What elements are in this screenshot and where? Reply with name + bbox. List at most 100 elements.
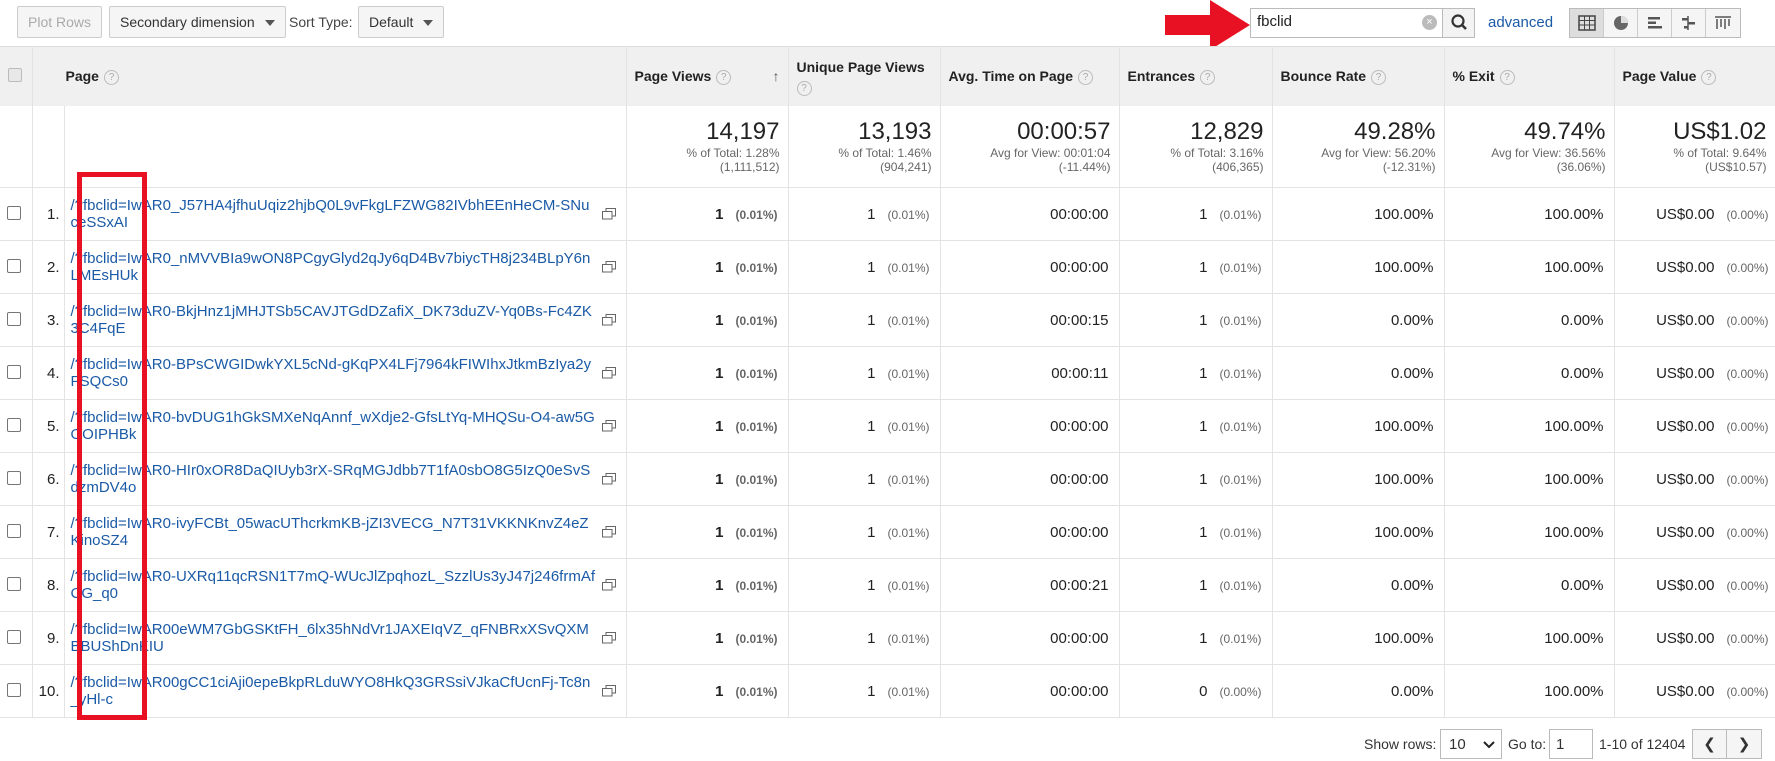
row-checkbox[interactable]: [7, 576, 21, 591]
performance-view-icon[interactable]: [1638, 9, 1672, 37]
previous-page-button[interactable]: ❮: [1693, 730, 1727, 758]
totals-row: 14,197% of Total: 1.28% (1,111,512) 13,19…: [0, 105, 1775, 188]
secondary-dimension-dropdown[interactable]: Secondary dimension: [109, 6, 286, 38]
page-link[interactable]: /?fbclid=IwAR00eWM7GbGSKtFH_6lx35hNdVr1J…: [71, 621, 620, 655]
search-button[interactable]: [1443, 8, 1475, 38]
help-icon[interactable]: ?: [716, 69, 732, 85]
open-external-icon[interactable]: [601, 314, 616, 326]
unique-page-views-cell: 1 (0.01%): [788, 664, 941, 718]
page-link[interactable]: /?fbclid=IwAR0_J57HA4jfhuUqiz2hjbQ0L9vFk…: [71, 197, 620, 231]
table-filter-input[interactable]: fbclid: [1250, 8, 1443, 38]
bounce-rate-cell: 0.00%: [1272, 346, 1445, 400]
column-header-exit[interactable]: % Exit?: [1444, 46, 1615, 106]
unique-page-views-value: 1: [867, 258, 876, 276]
entrances-value: 1: [1199, 205, 1208, 223]
help-icon[interactable]: ?: [1701, 69, 1717, 85]
page-link[interactable]: /?fbclid=IwAR00gCC1ciAji0epeBkpRLduWYO8H…: [71, 674, 620, 708]
avg-time-cell: 00:00:00: [940, 452, 1120, 506]
page-link[interactable]: /?fbclid=IwAR0-BPsCWGIDwkYXL5cNd-gKqPX4L…: [71, 356, 620, 390]
open-external-icon[interactable]: [601, 526, 616, 538]
select-all-checkbox[interactable]: [8, 67, 22, 82]
page-cell: /?fbclid=IwAR0-ivyFCBt_05wacUThcrkmKB-jZ…: [64, 505, 627, 559]
help-icon[interactable]: ?: [796, 81, 812, 97]
row-select-cell: [0, 187, 33, 241]
page-views-pct: (0.01%): [735, 684, 778, 699]
row-checkbox[interactable]: [7, 258, 21, 273]
show-rows-select[interactable]: 10: [1440, 729, 1502, 759]
column-header-page[interactable]: Page?: [32, 46, 627, 106]
row-checkbox[interactable]: [7, 417, 21, 432]
row-checkbox[interactable]: [7, 682, 21, 697]
open-external-icon[interactable]: [601, 420, 616, 432]
help-icon[interactable]: ?: [1499, 69, 1515, 85]
page-views-cell: 1 (0.01%): [626, 611, 789, 665]
column-header-page-views[interactable]: Page Views? ↑: [626, 46, 789, 106]
row-checkbox[interactable]: [7, 470, 21, 485]
row-checkbox[interactable]: [7, 523, 21, 538]
total-value: 13,193: [858, 117, 932, 145]
plot-rows-button[interactable]: Plot Rows: [17, 6, 103, 38]
bounce-rate-cell: 0.00%: [1272, 558, 1445, 612]
entrances-pct: (0.01%): [1219, 525, 1262, 540]
exit-cell: 100.00%: [1444, 611, 1615, 665]
total-value: 12,829: [1190, 117, 1264, 145]
clear-search-icon[interactable]: ×: [1422, 15, 1437, 30]
row-checkbox[interactable]: [7, 364, 21, 379]
avg-time-cell: 00:00:11: [940, 346, 1120, 400]
open-external-icon[interactable]: [601, 579, 616, 591]
page-views-value: 1: [715, 470, 724, 488]
page-link[interactable]: /?fbclid=IwAR0_nMVVBIa9wON8PCgyGlyd2qJy6…: [71, 250, 620, 284]
help-icon[interactable]: ?: [1371, 69, 1387, 85]
open-external-icon[interactable]: [601, 208, 616, 220]
page-value-cell: US$0.00 (0.00%): [1614, 293, 1775, 347]
row-checkbox[interactable]: [7, 205, 21, 220]
column-header-unique-page-views-label: Unique Page Views: [796, 59, 925, 76]
entrances-cell: 1 (0.01%): [1119, 611, 1273, 665]
sort-type-dropdown[interactable]: Default: [358, 6, 445, 38]
next-page-button[interactable]: ❯: [1727, 730, 1761, 758]
open-external-icon[interactable]: [601, 473, 616, 485]
pivot-view-icon[interactable]: [1706, 9, 1740, 37]
open-external-icon[interactable]: [601, 261, 616, 273]
column-header-page-value[interactable]: Page Value?: [1614, 46, 1775, 106]
help-icon[interactable]: ?: [1200, 69, 1216, 85]
table-view-icon[interactable]: [1570, 9, 1604, 37]
sort-ascending-icon[interactable]: ↑: [773, 68, 780, 84]
unique-page-views-cell: 1 (0.01%): [788, 505, 941, 559]
unique-page-views-pct: (0.01%): [887, 684, 930, 699]
help-icon[interactable]: ?: [1077, 69, 1093, 85]
open-external-icon[interactable]: [601, 367, 616, 379]
page-value-pct: (0.00%): [1726, 313, 1769, 328]
row-select-cell: [0, 611, 33, 665]
page-value-value: US$0.00: [1656, 311, 1715, 329]
page-views-pct: (0.01%): [735, 207, 778, 222]
avg-time-cell: 00:00:00: [940, 399, 1120, 453]
entrances-value: 1: [1199, 311, 1208, 329]
page-link[interactable]: /?fbclid=IwAR0-BkjHnz1jMHJTSb5CAVJTGdDZa…: [71, 303, 620, 337]
column-header-unique-page-views[interactable]: Unique Page Views?: [788, 46, 941, 106]
column-header-entrances[interactable]: Entrances?: [1119, 46, 1273, 106]
column-header-page-label: Page: [65, 67, 99, 84]
column-header-bounce-rate[interactable]: Bounce Rate?: [1272, 46, 1445, 106]
chevron-left-icon: ❮: [1703, 736, 1716, 753]
page-link[interactable]: /?fbclid=IwAR0-UXRq11qcRSN1T7mQ-WUcJlZpq…: [71, 568, 620, 602]
page-link[interactable]: /?fbclid=IwAR0-bvDUG1hGkSMXeNqAnnf_wXdje…: [71, 409, 620, 443]
page-views-cell: 1 (0.01%): [626, 558, 789, 612]
column-header-avg-time[interactable]: Avg. Time on Page?: [940, 46, 1120, 106]
help-icon[interactable]: ?: [103, 69, 119, 85]
open-external-icon[interactable]: [601, 632, 616, 644]
page-link[interactable]: /?fbclid=IwAR0-ivyFCBt_05wacUThcrkmKB-jZ…: [71, 515, 620, 549]
row-select-cell: [0, 505, 33, 559]
comparison-view-icon[interactable]: [1672, 9, 1706, 37]
pie-view-icon[interactable]: [1604, 9, 1638, 37]
unique-page-views-value: 1: [867, 364, 876, 382]
row-checkbox[interactable]: [7, 311, 21, 326]
goto-page-input[interactable]: 1: [1549, 729, 1593, 759]
search-icon: [1451, 14, 1467, 30]
open-external-icon[interactable]: [601, 685, 616, 697]
row-checkbox[interactable]: [7, 629, 21, 644]
advanced-filter-link[interactable]: advanced: [1488, 14, 1553, 31]
page-link[interactable]: /?fbclid=IwAR0-HIr0xOR8DaQIUyb3rX-SRqMGJ…: [71, 462, 620, 496]
row-rank: 8.: [32, 558, 65, 612]
unique-page-views-cell: 1 (0.01%): [788, 399, 941, 453]
